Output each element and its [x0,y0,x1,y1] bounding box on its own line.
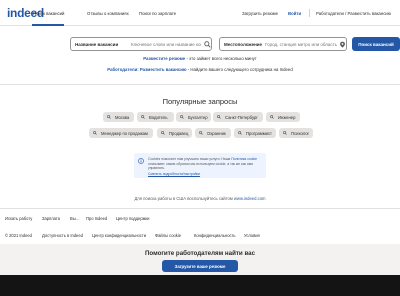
resume-promo-text: - это займет всего несколько минут [185,56,257,61]
footer-link-cookies[interactable]: Файлы cookie [155,233,181,238]
search-jobs-button[interactable]: Поиск вакансий [352,37,400,51]
cookie-notice-text: Cookies помогают нам улучшить ваши услуг… [148,157,258,171]
footer-link-salary[interactable]: Зарплата [42,216,60,221]
resume-banner-title: Помогите работодателям найти вас [144,250,256,257]
popular-chip-label: Санкт-Петербург [225,114,258,120]
resume-banner: Помогите работодателям найти вас Загрузи… [0,244,400,296]
indeed-com-link[interactable]: www.indeed.com [234,196,266,201]
location-pin-icon [340,41,345,48]
nav-job-search[interactable]: Поиск вакансий [33,11,64,16]
usa-site-note: Для поиска работы в США воспользуйтесь с… [134,196,266,201]
popular-chip-label: Программист [246,130,272,136]
search-icon [283,131,287,135]
search-icon [93,131,97,135]
active-tab-underline [32,24,64,26]
location-search-box[interactable]: Местоположение [219,37,347,51]
employer-promo-text: - Найдите вашего следующего сотрудника н… [186,67,293,72]
job-title-label: Название вакансии [75,42,119,47]
popular-chip[interactable]: Охранник [195,128,231,138]
search-icon [217,115,221,119]
nav-salary-search[interactable]: Поиск по зарплате [139,11,176,16]
nav-divider [309,9,310,17]
popular-chip-label: Водитель [149,114,168,120]
search-icon [161,131,165,135]
footer-link-help-center[interactable]: Центр поддержки [116,216,149,221]
search-icon [107,115,111,119]
search-icon [180,115,184,119]
employer-promo: Работодатели: Разместить вакансию - Найд… [0,67,400,72]
nav-company-reviews[interactable]: Отзывы о компаниях [87,11,129,16]
footer-link-find-jobs[interactable]: Искать работу [5,216,32,221]
search-icon [270,115,274,119]
footer-link-accessibility[interactable]: Доступность в Indeed [42,233,83,238]
popular-chip-label: Бухгалтер [188,114,208,120]
search-icon [204,41,211,48]
popular-chip-label: Охранник [207,130,226,136]
popular-chip-label: Психолог [291,130,310,136]
employers-link[interactable]: Работодатели / Разместить вакансию [316,11,391,16]
upload-resume-button[interactable]: Загрузите ваше резюме [162,260,238,272]
job-title-input[interactable] [131,40,201,49]
footer-link-privacy-center[interactable]: Центр конфиденциальности [92,233,146,238]
footer-divider [0,208,400,209]
footer-link-more[interactable]: Вы… [70,216,80,221]
location-input[interactable] [265,40,337,49]
location-label: Местоположение [224,42,263,47]
popular-chip-label: Москва [115,114,130,120]
cookie-notice: Cookies помогают нам улучшить ваши услуг… [134,153,266,178]
black-bar [0,275,400,296]
popular-chip[interactable]: Программист [234,128,276,138]
popular-chip-label: Инженер [278,114,296,120]
footer-link-terms[interactable]: Условия [244,233,260,238]
resume-promo: Разместите резюме - это займет всего нес… [0,56,400,61]
popular-searches-title: Популярные запросы [162,97,238,106]
popular-chip[interactable]: Бухгалтер [176,112,211,122]
section-divider [0,84,400,85]
popular-chip[interactable]: Продавец [157,128,192,138]
popular-chip-label: Менеджер по продажам [101,130,148,136]
info-icon [138,158,144,164]
post-resume-link[interactable]: Разместите резюме [143,56,185,61]
cookie-settings-link[interactable]: Сменить подробности/настройки [148,172,200,176]
cookie-policy-link[interactable]: Политика cookie [231,157,257,161]
search-icon [141,115,145,119]
search-icon [199,131,203,135]
upload-resume-link[interactable]: Загрузить резюме [242,11,278,16]
popular-chip[interactable]: Москва [103,112,134,122]
employer-post-job-link[interactable]: Работодатели: Разместить вакансию [107,67,186,72]
popular-chip-label: Продавец [169,130,189,136]
footer-link-about[interactable]: Про Indeed [86,216,107,221]
popular-chip[interactable]: Санкт-Петербург [213,112,263,122]
top-navigation: indeed Поиск вакансий Отзывы о компаниях… [0,0,400,26]
popular-chip[interactable]: Инженер [266,112,300,122]
search-icon [238,131,242,135]
footer-link-privacy[interactable]: Конфиденциальность [194,233,236,238]
popular-chip[interactable]: Психолог [279,128,313,138]
popular-chip[interactable]: Водитель [137,112,174,122]
popular-chip[interactable]: Менеджер по продажам [89,128,153,138]
login-link[interactable]: Войти [288,11,301,16]
footer-copyright: © 2021 Indeed [5,233,32,238]
job-title-search-box[interactable]: Название вакансии [70,37,212,51]
